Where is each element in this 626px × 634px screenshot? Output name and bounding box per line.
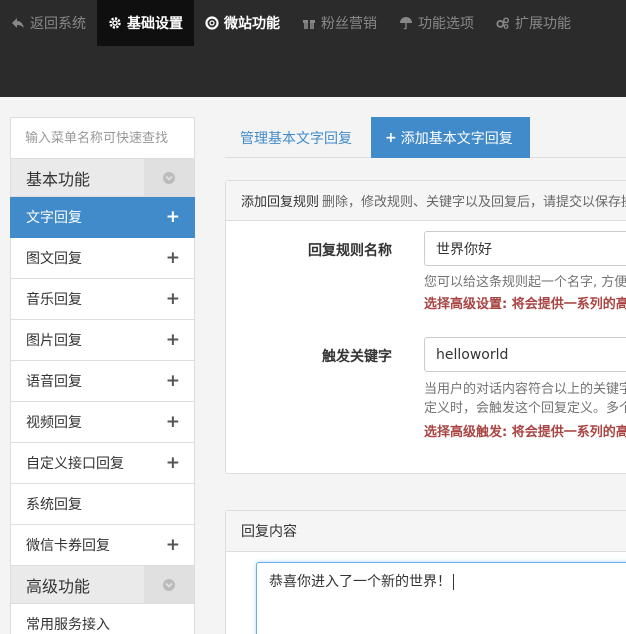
plus-icon[interactable]: + [166,248,180,268]
menu-search-input[interactable] [25,130,180,146]
lifebuoy-icon [205,16,219,30]
sidebar-item-label: 文字回复 [26,210,82,226]
sidebar-item-label: 系统回复 [26,497,82,513]
panel-title: 添加回复规则 [241,195,320,210]
advanced-trigger-link[interactable]: 选择高级触发: 将会提供一系列的高级触发方式 [424,421,626,440]
tab-manage-text-reply[interactable]: 管理基本文字回复 [240,117,352,158]
nav-microsite[interactable]: 微站功能 [194,0,291,46]
panel-heading: 添加回复规则 删除，修改规则、关键字以及回复后，请提交以保存操作。 [226,181,626,221]
sidebar-item-label: 自定义接口回复 [26,456,124,472]
text-caret [453,574,454,590]
plus-icon[interactable]: + [166,412,180,432]
gift-icon [302,16,316,30]
sidebar-item-label: 视频回复 [26,415,82,431]
nav-fans-marketing-label: 粉丝营销 [321,16,377,32]
nav-fans-marketing[interactable]: 粉丝营销 [291,0,388,46]
trigger-keyword-input[interactable] [424,337,626,372]
group-advanced-functions[interactable]: 高级功能 [10,566,195,604]
sidebar-item-common-services[interactable]: 常用服务接入 [10,604,195,634]
tab-label: 添加基本文字回复 [400,130,513,147]
nav-back-system[interactable]: 返回系统 [0,0,97,46]
nav-microsite-label: 微站功能 [224,16,280,32]
top-nav: 返回系统 基础设置 微站功能 粉丝营销 功能选项 扩展功能 [0,0,626,46]
sidebar-item-label: 图片回复 [26,333,82,349]
sidebar-item-label: 微信卡券回复 [26,538,110,554]
sidebar-item-label: 音乐回复 [26,292,82,308]
tab-add-text-reply[interactable]: + 添加基本文字回复 [371,117,530,158]
sidebar-item-news-reply[interactable]: 图文回复 + [10,238,195,279]
plus-icon[interactable]: + [166,330,180,350]
reply-content-text: 恭喜你进入了一个新的世界！ [269,574,451,590]
menu-search [10,117,195,159]
umbrella-icon [399,16,413,30]
sidebar-item-music-reply[interactable]: 音乐回复 + [10,279,195,320]
trigger-keyword-help: 当用户的对话内容符合以上的关键字定义时，会触发这个回复定义。多个关键字请使用逗号… [424,382,626,416]
panel-description: 删除，修改规则、关键字以及回复后，请提交以保存操作。 [322,195,626,210]
sidebar-item-video-reply[interactable]: 视频回复 + [10,402,195,443]
sidebar-item-system-reply[interactable]: 系统回复 [10,484,195,525]
rule-name-label: 回复规则名称 [308,243,392,259]
plus-icon: + [385,129,397,146]
sidebar-item-image-reply[interactable]: 图片回复 + [10,320,195,361]
plus-icon[interactable]: + [166,371,180,391]
rule-name-input[interactable] [424,231,626,266]
nav-function-options-label: 功能选项 [418,16,474,32]
nav-basic-settings[interactable]: 基础设置 [97,0,194,46]
nav-extensions-label: 扩展功能 [515,16,571,32]
group-basic-functions[interactable]: 基本功能 [10,159,195,197]
plus-icon[interactable]: + [166,207,180,227]
collapse-toggle[interactable] [144,159,194,196]
sidebar-item-label: 常用服务接入 [26,617,110,633]
plus-icon[interactable]: + [166,289,180,309]
tab-label: 管理基本文字回复 [240,130,352,147]
collapse-toggle[interactable] [144,566,194,603]
sidebar-item-custom-api-reply[interactable]: 自定义接口回复 + [10,443,195,484]
panel-heading: 回复内容 [226,511,626,552]
sidebar-item-voice-reply[interactable]: 语音回复 + [10,361,195,402]
nav-basic-settings-label: 基础设置 [127,16,183,32]
sidebar-item-wechat-card-reply[interactable]: 微信卡券回复 + [10,525,195,566]
sidebar-item-label: 图文回复 [26,251,82,267]
gears-icon [496,16,510,30]
sidebar: 基本功能 文字回复 + 图文回复 + 音乐回复 + 图片回复 + 语音回复 + … [10,117,195,634]
trigger-keyword-label: 触发关键字 [322,349,392,365]
nav-extensions[interactable]: 扩展功能 [485,0,582,46]
sidebar-item-text-reply[interactable]: 文字回复 + [10,197,195,238]
plus-icon[interactable]: + [166,453,180,473]
gear-icon [108,16,122,30]
rule-name-help: 您可以给这条规则起一个名字, 方便下次修改和查看. [424,275,626,290]
nav-back-system-label: 返回系统 [30,16,86,32]
chevron-down-circle-icon [163,578,175,591]
plus-icon[interactable]: + [166,535,180,555]
top-navbar: 返回系统 基础设置 微站功能 粉丝营销 功能选项 扩展功能 [0,0,626,97]
reply-rule-panel: 添加回复规则 删除，修改规则、关键字以及回复后，请提交以保存操作。 回复规则名称… [225,180,626,474]
reply-content-editor[interactable]: 恭喜你进入了一个新的世界！ [256,562,626,634]
reply-content-panel: 回复内容 恭喜你进入了一个新的世界！ [225,510,626,634]
nav-function-options[interactable]: 功能选项 [388,0,485,46]
sidebar-item-label: 语音回复 [26,374,82,390]
chevron-down-circle-icon [163,171,175,184]
back-arrow-icon [11,16,25,30]
panel-title: 回复内容 [241,524,297,540]
advanced-settings-link[interactable]: 选择高级设置: 将会提供一系列的高级选项 [424,293,626,312]
reply-tabs: 管理基本文字回复 + 添加基本文字回复 [225,117,626,158]
